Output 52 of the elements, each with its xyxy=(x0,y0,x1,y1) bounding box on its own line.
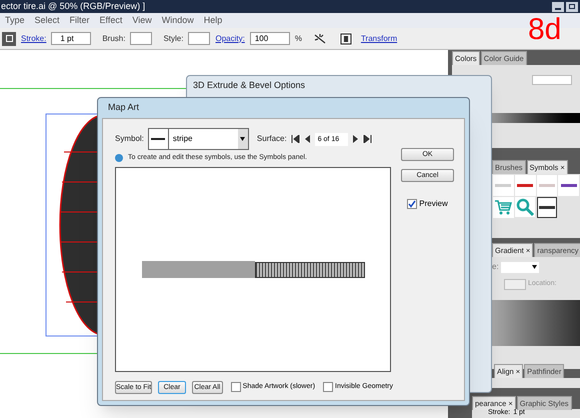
gradient-ramp[interactable] xyxy=(492,300,580,346)
menu-item[interactable]: Effect xyxy=(100,14,122,28)
restore-icon[interactable] xyxy=(566,2,578,12)
first-surface-icon[interactable] xyxy=(290,135,300,143)
surface-label: Surface: xyxy=(256,133,287,145)
symbol-label: Symbol: xyxy=(115,133,144,145)
stroke-swatch[interactable] xyxy=(2,32,16,46)
symbol-swatch[interactable] xyxy=(493,175,514,196)
opacity-field[interactable]: 100 xyxy=(250,32,290,45)
preview-label: Preview xyxy=(419,198,448,210)
stroke-weight-field[interactable]: 1 pt xyxy=(51,32,92,45)
stripe-icon xyxy=(151,138,166,140)
previous-surface-icon[interactable] xyxy=(304,135,311,143)
next-surface-icon[interactable] xyxy=(352,135,359,143)
angle-field xyxy=(504,279,526,290)
menu-item[interactable]: Window xyxy=(162,14,194,28)
stroke-link[interactable]: Stroke: xyxy=(21,32,46,44)
brush-dropdown[interactable] xyxy=(130,32,152,45)
checkbox[interactable] xyxy=(407,199,418,209)
transform-link[interactable]: Transform xyxy=(360,32,398,44)
minimize-icon[interactable] xyxy=(552,2,564,12)
align-icon[interactable] xyxy=(340,32,352,44)
recolor-icon[interactable] xyxy=(312,32,327,44)
info-icon xyxy=(115,154,123,162)
caret-icon xyxy=(532,265,537,269)
caret-icon[interactable] xyxy=(240,137,246,141)
symbol-swatch[interactable] xyxy=(558,175,579,196)
menu-item[interactable]: View xyxy=(132,14,152,28)
type-dropdown[interactable] xyxy=(500,262,539,272)
style-dropdown[interactable] xyxy=(188,32,210,45)
opacity-link[interactable]: Opacity: xyxy=(215,32,245,44)
symbol-swatch[interactable] xyxy=(536,197,558,218)
style-label: Style: xyxy=(163,32,184,44)
cart-icon[interactable] xyxy=(493,197,514,218)
hex-field[interactable] xyxy=(532,75,572,85)
dialog-title: Map Art xyxy=(108,101,140,114)
last-surface-icon[interactable] xyxy=(362,135,372,143)
dialog-title: 3D Extrude & Bevel Options xyxy=(193,79,306,92)
annotation-label: 8d xyxy=(528,14,562,46)
symbol-swatch[interactable] xyxy=(536,175,558,196)
checkbox[interactable] xyxy=(323,382,334,392)
type-label: e: xyxy=(492,261,499,273)
menu-item[interactable]: Type xyxy=(5,14,25,28)
percent-sign: % xyxy=(294,32,302,44)
menu-item[interactable]: Select xyxy=(34,14,60,28)
brush-label: Brush: xyxy=(102,32,126,44)
window-title: ector tire.ai @ 50% (RGB/Preview) ] xyxy=(0,0,146,13)
symbol-swatch[interactable] xyxy=(514,175,536,196)
symbol-dropdown[interactable]: stripe xyxy=(148,128,249,150)
menu-item[interactable]: Filter xyxy=(70,14,90,28)
menu-item[interactable]: Help xyxy=(204,14,222,28)
checkbox[interactable] xyxy=(230,382,241,392)
